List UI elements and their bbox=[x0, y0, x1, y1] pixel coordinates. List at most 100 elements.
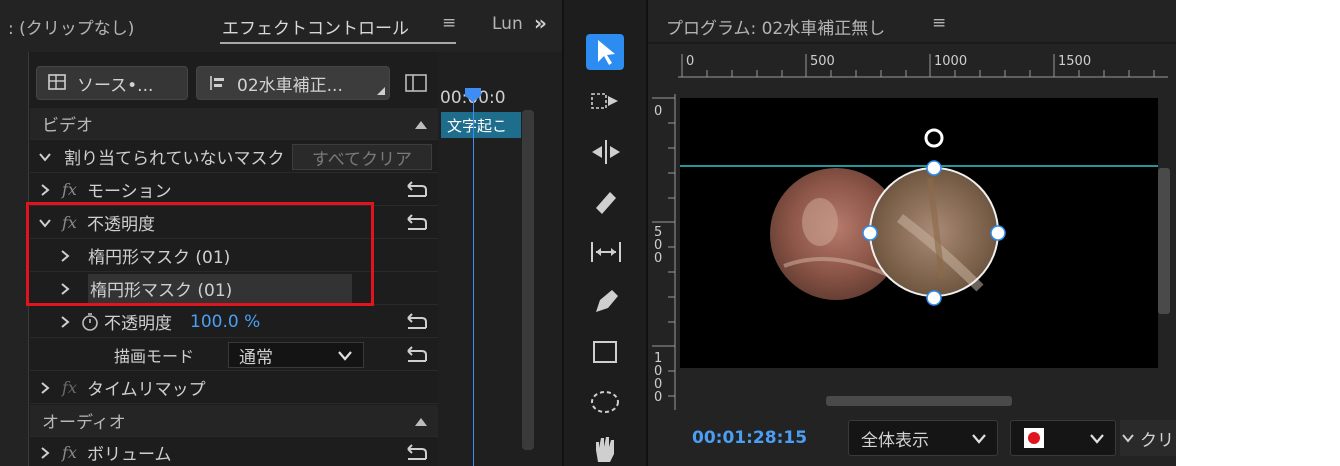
ellipse-tool-icon[interactable] bbox=[588, 386, 624, 418]
tools-panel bbox=[562, 0, 648, 466]
opacity-param-label: 不透明度 bbox=[104, 314, 172, 334]
mask-handle-left[interactable] bbox=[862, 225, 878, 241]
mask-handle-bottom[interactable] bbox=[926, 290, 942, 306]
fx-icon: fx bbox=[62, 378, 77, 397]
active-tab-underline bbox=[220, 42, 456, 44]
reset-icon[interactable] bbox=[404, 443, 428, 461]
volume-label: ボリューム bbox=[86, 445, 172, 465]
clip-bar[interactable]: 文字起こ bbox=[441, 112, 521, 138]
selection-tool-button[interactable] bbox=[586, 34, 624, 70]
pen-tool-icon[interactable] bbox=[588, 286, 624, 318]
panel-divider bbox=[646, 0, 648, 466]
mask-handle-right[interactable] bbox=[990, 225, 1006, 241]
ruler-label-1000: 1000 bbox=[934, 54, 968, 69]
video-frame bbox=[680, 128, 1158, 306]
grid-icon bbox=[48, 74, 66, 90]
header-divider bbox=[648, 42, 1176, 44]
collapse-up-icon[interactable] bbox=[414, 120, 428, 130]
ruler-label-1500: 1500 bbox=[1058, 54, 1092, 69]
ruler-v-label-0: 0 bbox=[654, 104, 663, 119]
hand-tool-icon[interactable] bbox=[588, 432, 624, 464]
canvas-vertical-scrollbar[interactable] bbox=[1158, 168, 1170, 314]
source-chip-label: ソース•... bbox=[77, 75, 154, 96]
audio-section-header[interactable]: オーディオ bbox=[30, 405, 438, 437]
chevron-down-icon bbox=[972, 434, 986, 444]
razor-tool-icon[interactable] bbox=[588, 186, 624, 218]
collapse-up-icon[interactable] bbox=[414, 417, 428, 427]
chip-corner-icon bbox=[377, 87, 385, 95]
chevron-down-icon[interactable] bbox=[38, 150, 52, 164]
time-remap-label: タイムリマップ bbox=[86, 380, 206, 400]
track-select-tool-icon[interactable] bbox=[588, 86, 624, 118]
slip-tool-icon[interactable] bbox=[588, 236, 624, 268]
time-remap-row[interactable]: fx タイムリマップ bbox=[30, 372, 438, 404]
blend-mode-row: 描画モード 通常 bbox=[30, 339, 438, 371]
fx-icon[interactable]: fx bbox=[62, 443, 77, 462]
ruler-label-500: 500 bbox=[810, 54, 835, 69]
monitor-menu-icon[interactable]: ≡ bbox=[932, 13, 946, 33]
reset-icon[interactable] bbox=[404, 213, 428, 231]
effect-controls-panel: : (クリップなし) エフェクトコントロール ≡ Lun » ソース•... 0… bbox=[0, 0, 562, 466]
playhead-line bbox=[473, 96, 474, 466]
blend-mode-label: 描画モード bbox=[114, 346, 195, 366]
program-canvas[interactable] bbox=[680, 98, 1158, 368]
tab-lumetri[interactable]: Lun bbox=[492, 14, 523, 34]
mask-handle-top[interactable] bbox=[926, 160, 942, 176]
chevron-down-icon bbox=[1122, 434, 1134, 443]
mask-feather-handle[interactable] bbox=[924, 128, 944, 148]
vertical-scrollbar[interactable] bbox=[522, 110, 534, 450]
ruler-ticks bbox=[678, 54, 1168, 78]
chevron-right-icon[interactable] bbox=[38, 446, 52, 460]
chevron-right-icon[interactable] bbox=[38, 183, 52, 197]
unassigned-mask-label: 割り当てられていないマスク bbox=[64, 149, 285, 169]
video-section-header[interactable]: ビデオ bbox=[30, 108, 438, 140]
blend-mode-value: 通常 bbox=[239, 347, 273, 368]
monitor-title[interactable]: プログラム: 02水車補正無し bbox=[666, 14, 885, 39]
ripple-edit-tool-icon[interactable] bbox=[588, 136, 624, 168]
clip-button-label: クリ bbox=[1140, 430, 1174, 451]
sequence-chip-button[interactable]: 02水車補正... bbox=[196, 66, 390, 100]
tab-effect-controls[interactable]: エフェクトコントロール bbox=[222, 14, 409, 39]
opacity-param-row[interactable]: 不透明度 100.0 % bbox=[30, 306, 438, 338]
highlight-box bbox=[26, 202, 374, 306]
ruler-v-label-1000: 1 0 0 0 bbox=[654, 351, 663, 405]
motion-label: モーション bbox=[86, 182, 172, 202]
blank-area bbox=[1176, 0, 1340, 466]
opacity-value[interactable]: 100.0 % bbox=[190, 312, 260, 332]
reset-icon[interactable] bbox=[404, 312, 428, 330]
sequence-chip-label: 02水車補正... bbox=[237, 75, 343, 96]
blend-mode-dropdown[interactable]: 通常 bbox=[228, 342, 364, 368]
clip-options-button[interactable]: クリ bbox=[1120, 420, 1176, 456]
clip-label: 文字起こ bbox=[447, 116, 508, 135]
unassigned-mask-row[interactable]: 割り当てられていないマスク すべてクリア bbox=[30, 141, 438, 173]
audio-section-label: オーディオ bbox=[42, 413, 126, 433]
tab-menu-icon[interactable]: ≡ bbox=[442, 13, 456, 33]
chevron-down-icon bbox=[338, 351, 352, 361]
panel-tab-bar: : (クリップなし) エフェクトコントロール ≡ Lun » bbox=[0, 0, 562, 52]
zoom-level-value: 全体表示 bbox=[861, 430, 929, 451]
reset-icon[interactable] bbox=[404, 345, 428, 363]
panel-layout-icon[interactable] bbox=[404, 72, 428, 94]
rectangle-tool-icon[interactable] bbox=[588, 336, 624, 368]
chevron-down-icon bbox=[1090, 434, 1104, 444]
reset-icon[interactable] bbox=[404, 180, 428, 198]
clear-all-button[interactable]: すべてクリア bbox=[292, 144, 432, 170]
tabs-overflow-icon[interactable]: » bbox=[534, 11, 547, 35]
zoom-level-dropdown[interactable]: 全体表示 bbox=[848, 420, 998, 456]
fx-icon[interactable]: fx bbox=[62, 180, 77, 199]
tab-source-clip[interactable]: : (クリップなし) bbox=[8, 14, 134, 39]
horizontal-ruler bbox=[678, 52, 1168, 78]
source-chip-button[interactable]: ソース•... bbox=[36, 66, 188, 100]
arrow-cursor-icon bbox=[598, 40, 615, 65]
volume-effect-row[interactable]: fx ボリューム bbox=[30, 437, 438, 466]
sequence-icon bbox=[210, 76, 224, 90]
stopwatch-icon[interactable] bbox=[80, 312, 100, 332]
ruler-label-0: 0 bbox=[686, 54, 695, 69]
record-dropdown[interactable] bbox=[1010, 420, 1116, 456]
program-timecode[interactable]: 00:01:28:15 bbox=[692, 428, 807, 448]
video-section-label: ビデオ bbox=[42, 116, 93, 136]
horizontal-scrollbar[interactable] bbox=[826, 396, 1012, 406]
chevron-right-icon[interactable] bbox=[38, 381, 52, 395]
ruler-v-label-500: 5 0 0 bbox=[654, 225, 663, 266]
chevron-right-icon[interactable] bbox=[58, 315, 72, 329]
